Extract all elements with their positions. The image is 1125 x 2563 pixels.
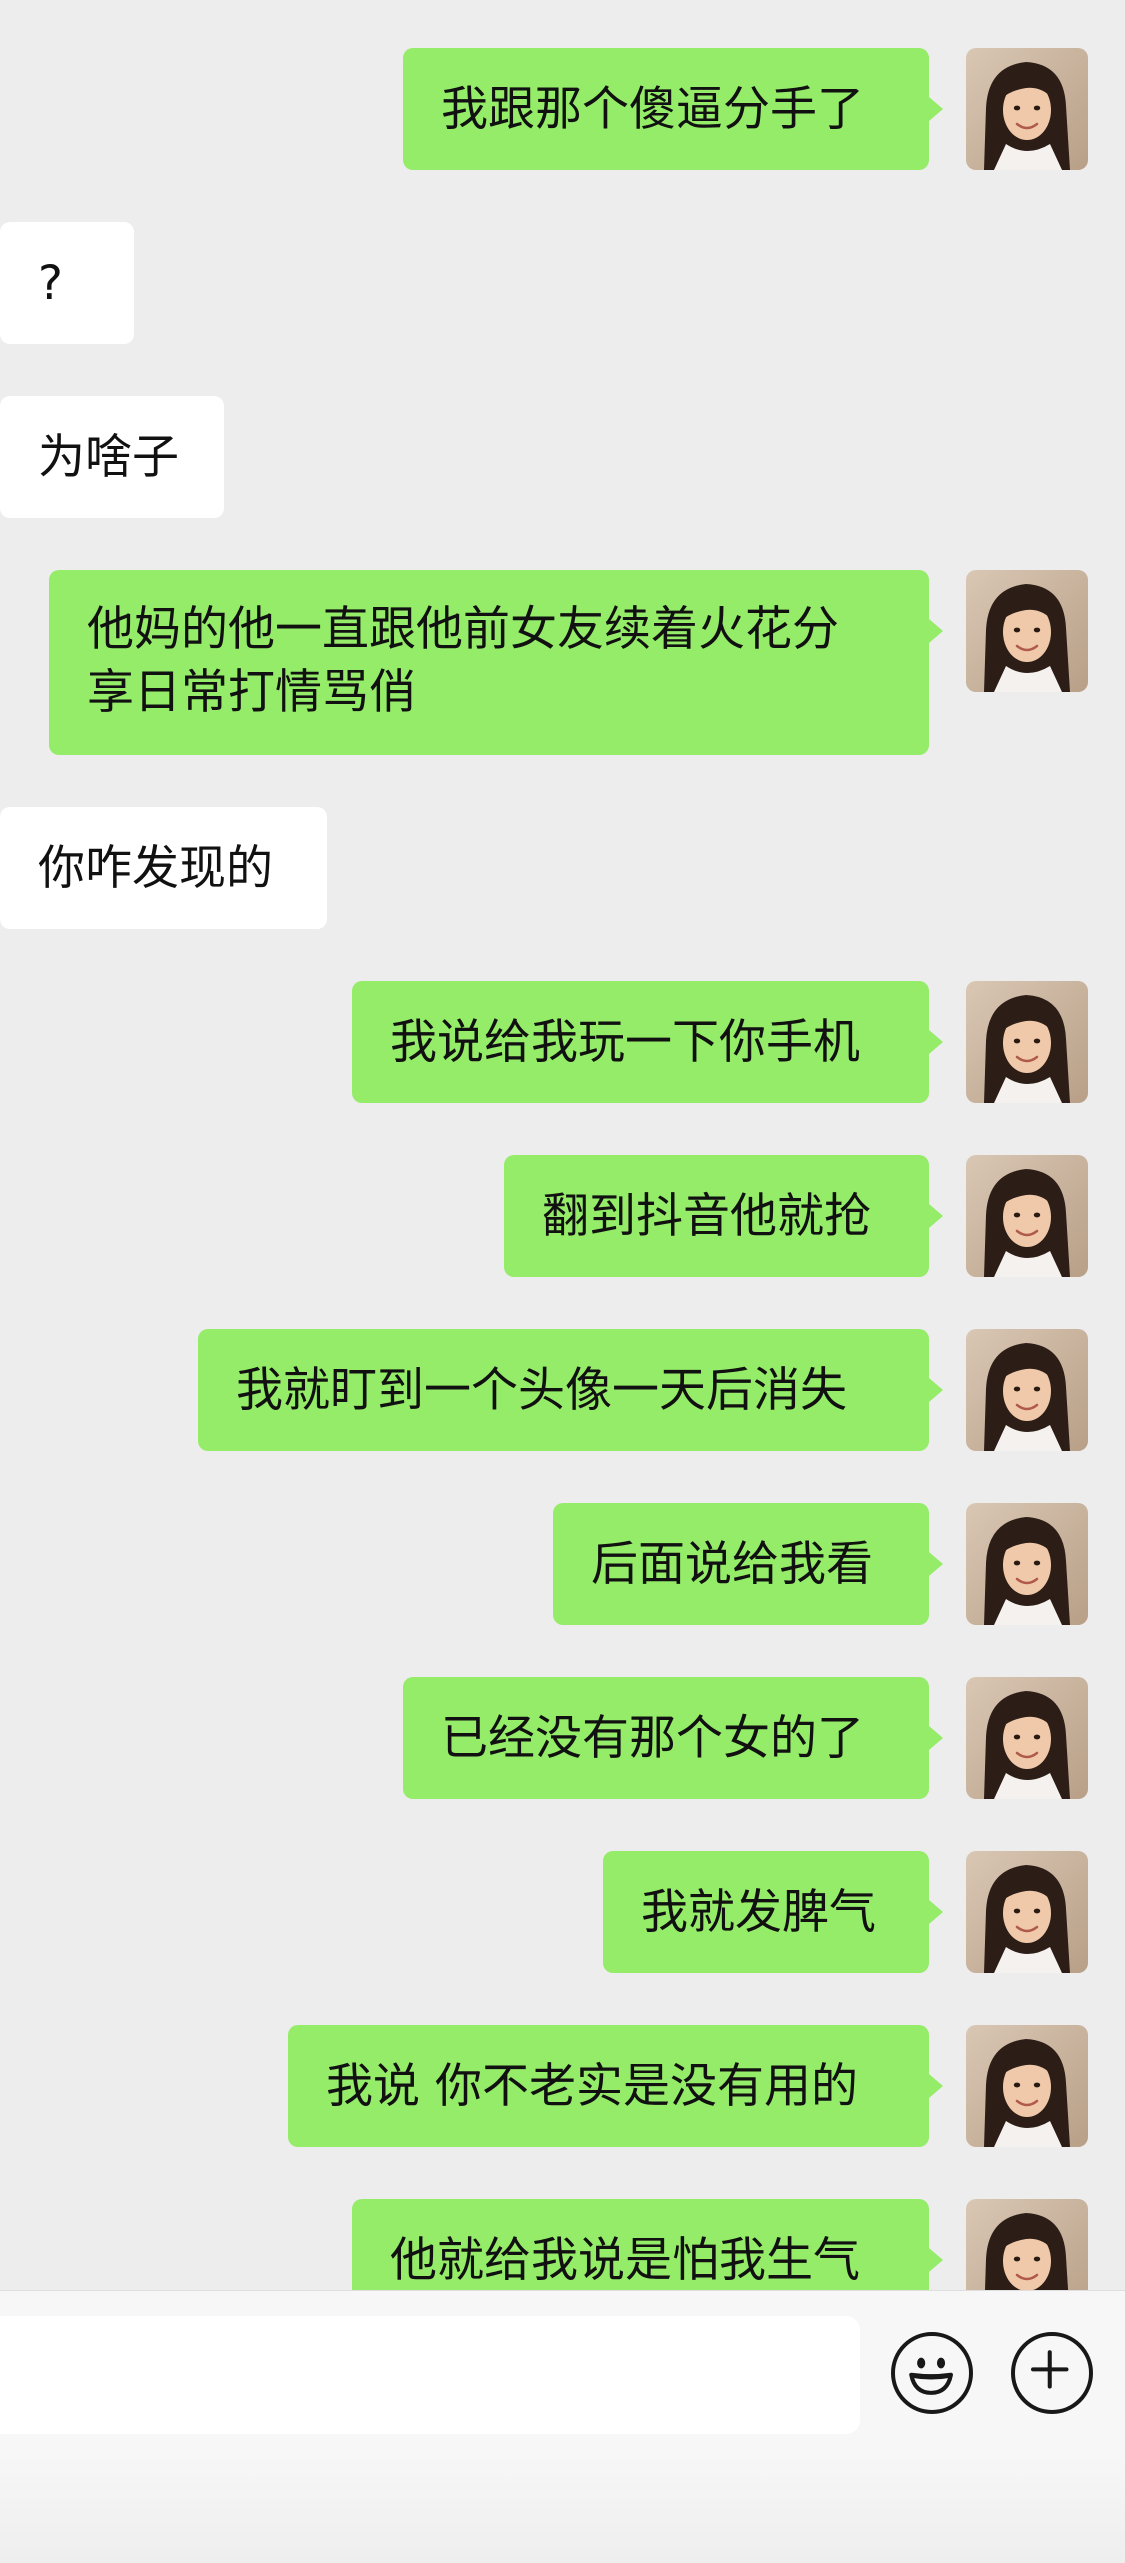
- message-bubble[interactable]: 已经没有那个女的了: [403, 1677, 929, 1799]
- message-bubble[interactable]: 你咋发现的: [0, 807, 327, 929]
- input-bar: [0, 2290, 1125, 2563]
- message-text: 已经没有那个女的了: [441, 1710, 864, 1766]
- avatar[interactable]: [966, 981, 1088, 1103]
- avatar[interactable]: [966, 1155, 1088, 1277]
- message-bubble[interactable]: 我就盯到一个头像一天后消失: [198, 1329, 929, 1451]
- message-text: 我就发脾气: [641, 1884, 876, 1940]
- avatar[interactable]: [966, 2199, 1088, 2290]
- bubble-tail: [929, 619, 943, 643]
- message-bubble[interactable]: 他妈的他一直跟他前女友续着火花分 享日常打情骂俏: [49, 570, 929, 755]
- message-bubble[interactable]: 翻到抖音他就抢: [504, 1155, 929, 1277]
- avatar[interactable]: [966, 570, 1088, 692]
- bubble-tail: [929, 2074, 943, 2098]
- bubble-tail: [929, 1204, 943, 1228]
- message-text: 我说 你不老实是没有用的: [326, 2058, 858, 2114]
- bubble-tail: [929, 1030, 943, 1054]
- bubble-tail: [929, 1552, 943, 1576]
- message-text: ?: [38, 255, 63, 311]
- message-bubble[interactable]: 我跟那个傻逼分手了: [403, 48, 929, 170]
- message-bubble[interactable]: 为啥子: [0, 396, 224, 518]
- message-text: 我说给我玩一下你手机: [390, 1014, 860, 1070]
- message-text: 他就给我说是怕我生气: [390, 2232, 860, 2288]
- message-text: 我跟那个傻逼分手了: [441, 81, 864, 137]
- more-button[interactable]: [1011, 2332, 1093, 2414]
- smiley-face-icon: [909, 2357, 953, 2395]
- message-bubble[interactable]: ?: [0, 222, 134, 344]
- message-text: 翻到抖音他就抢: [542, 1188, 871, 1244]
- emoji-button[interactable]: [891, 2332, 973, 2414]
- message-input[interactable]: [0, 2316, 860, 2434]
- avatar[interactable]: [966, 1503, 1088, 1625]
- message-text: 后面说给我看: [591, 1536, 873, 1592]
- message-bubble[interactable]: 他就给我说是怕我生气: [352, 2199, 929, 2290]
- bubble-tail: [929, 2248, 943, 2272]
- message-bubble[interactable]: 我就发脾气: [603, 1851, 929, 1973]
- avatar[interactable]: [966, 2025, 1088, 2147]
- message-text: 为啥子: [38, 429, 179, 485]
- message-bubble[interactable]: 我说给我玩一下你手机: [352, 981, 929, 1103]
- message-text: 我就盯到一个头像一天后消失: [236, 1362, 847, 1418]
- avatar[interactable]: [966, 1851, 1088, 1973]
- message-bubble[interactable]: 我说 你不老实是没有用的: [288, 2025, 929, 2147]
- bubble-tail: [929, 1900, 943, 1924]
- bubble-tail: [929, 1726, 943, 1750]
- avatar[interactable]: [966, 1677, 1088, 1799]
- bubble-tail: [929, 97, 943, 121]
- plus-circle-icon: [1031, 2350, 1069, 2389]
- avatar[interactable]: [966, 48, 1088, 170]
- chat-message-list[interactable]: 我跟那个傻逼分手了 ? 为啥子 他妈的他一直跟他前女友续着火花分 享日常打情骂俏: [0, 0, 1125, 2290]
- message-text: 他妈的他一直跟他前女友续着火花分 享日常打情骂俏: [87, 602, 839, 720]
- message-bubble[interactable]: 后面说给我看: [553, 1503, 929, 1625]
- bubble-tail: [929, 1378, 943, 1402]
- avatar[interactable]: [966, 1329, 1088, 1451]
- message-text: 你咋发现的: [38, 840, 273, 896]
